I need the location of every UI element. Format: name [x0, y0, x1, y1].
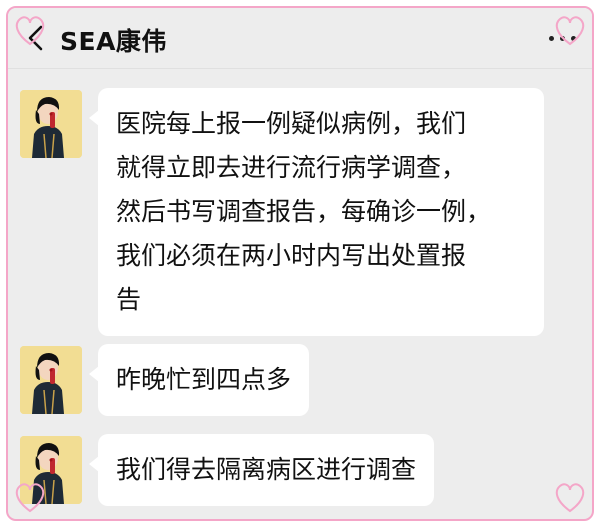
- message-line: 就得立即去进行流行病学调查，: [116, 153, 467, 182]
- message-bubble[interactable]: 医院每上报一例疑似病例，我们 就得立即去进行流行病学调查， 然后书写调查报告，每…: [89, 88, 544, 336]
- avatar-illustration-icon: [20, 346, 82, 414]
- avatar-illustration-icon: [20, 90, 82, 158]
- message-bubble[interactable]: 昨晚忙到四点多: [88, 344, 310, 416]
- message-line: 我们必须在两小时内写出处置报: [116, 241, 467, 270]
- avatar[interactable]: [20, 90, 82, 158]
- message-text: 我们得去隔离病区进行调查: [116, 455, 417, 484]
- message-bubble[interactable]: 我们得去隔离病区进行调查: [88, 434, 435, 506]
- heart-corner-icon: [555, 16, 585, 46]
- avatar[interactable]: [20, 346, 82, 414]
- chat-window: SEA康伟 医院每上报一例疑似病例，我们 就得立即去进行流行病学调查， 然后书写…: [6, 6, 594, 521]
- chat-title: SEA康伟: [60, 27, 167, 56]
- message-line: 医院每上报一例疑似病例，我们: [116, 109, 467, 138]
- message-line: 然后书写调查报告，每确诊一例，: [116, 197, 492, 226]
- header-divider: [8, 68, 592, 69]
- heart-corner-icon: [555, 483, 585, 513]
- message-text: 昨晚忙到四点多: [116, 365, 292, 394]
- chat-header: SEA康伟: [8, 8, 592, 64]
- heart-corner-icon: [15, 483, 45, 513]
- message-line: 告: [116, 285, 142, 314]
- heart-corner-icon: [15, 16, 45, 46]
